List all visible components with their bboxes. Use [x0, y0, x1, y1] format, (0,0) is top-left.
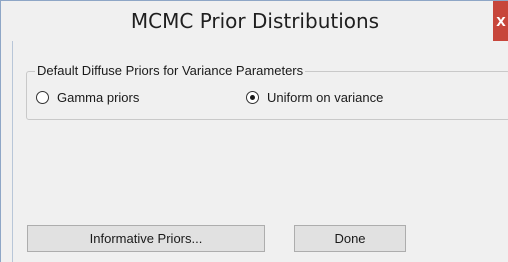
done-button[interactable]: Done: [294, 225, 406, 252]
close-button[interactable]: x: [493, 1, 508, 41]
uniform-on-variance-label: Uniform on variance: [267, 89, 384, 105]
dialog-body: Default Diffuse Priors for Variance Para…: [12, 41, 508, 262]
radio-unchecked-icon: [36, 90, 49, 104]
dialog-window: MCMC Prior Distributions x Default Diffu…: [0, 0, 508, 262]
window-title: MCMC Prior Distributions: [130, 9, 380, 33]
gamma-priors-label: Gamma priors: [57, 89, 140, 105]
title-bar[interactable]: MCMC Prior Distributions x: [1, 1, 508, 41]
radio-checked-icon: [246, 90, 259, 104]
close-icon: x: [496, 11, 506, 30]
informative-priors-button[interactable]: Informative Priors...: [27, 225, 265, 252]
gamma-priors-radio[interactable]: Gamma priors: [36, 88, 139, 106]
uniform-on-variance-radio[interactable]: Uniform on variance: [246, 88, 383, 106]
variance-priors-group: Default Diffuse Priors for Variance Para…: [26, 63, 508, 120]
group-legend: Default Diffuse Priors for Variance Para…: [35, 63, 306, 78]
